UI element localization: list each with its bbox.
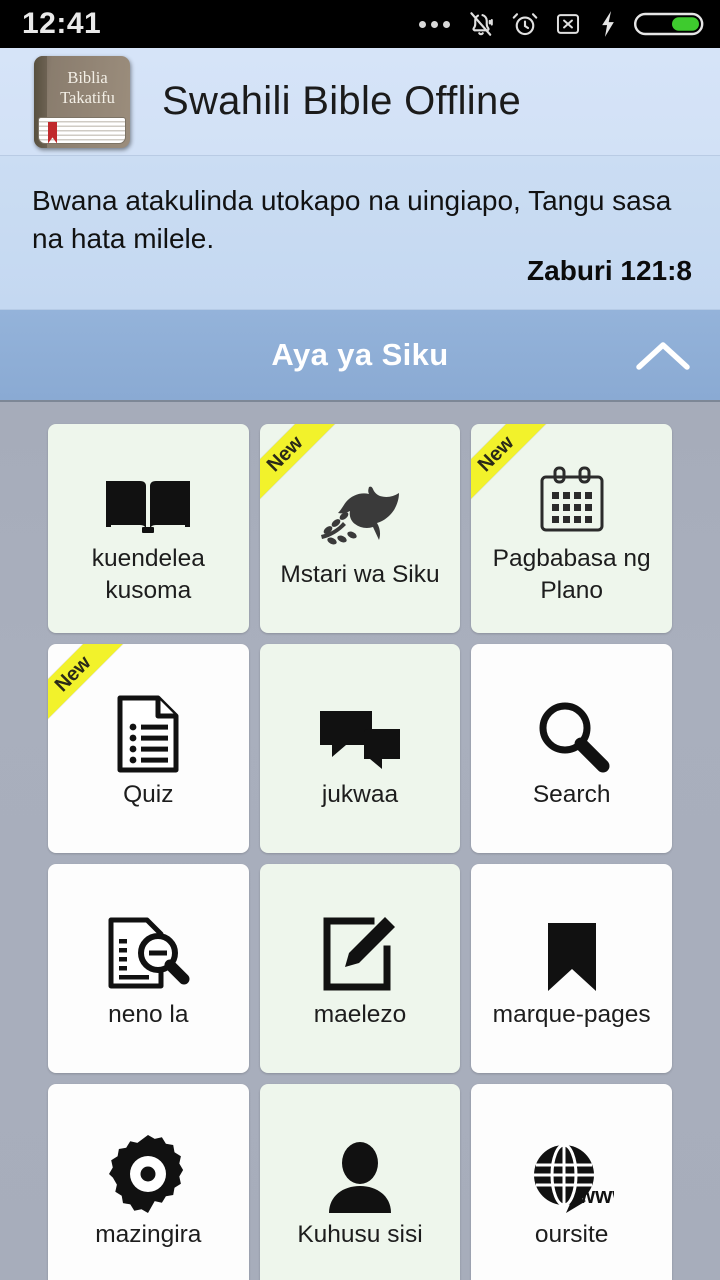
no-sim-icon	[554, 10, 582, 38]
tile-label: Kuhusu sisi	[297, 1220, 423, 1248]
tile-maelezo[interactable]: maelezo	[259, 864, 461, 1073]
battery-icon	[634, 9, 704, 39]
verse-reference: Zaburi 121:8	[527, 255, 692, 286]
tile-neno-la[interactable]: neno la	[48, 864, 249, 1073]
app-icon-line2: Takatifu	[60, 87, 115, 107]
tile-mazingira[interactable]: mazingira	[48, 1084, 249, 1280]
app-icon-line1: Biblia	[67, 67, 108, 87]
alarm-icon	[510, 9, 540, 39]
tile-label: oursite	[534, 1220, 609, 1248]
tile-oursite[interactable]: www oursite	[471, 1084, 672, 1280]
dove-olive-branch-icon	[314, 467, 406, 553]
bookmark-icon	[546, 907, 598, 993]
menu-grid: kuendelea kusoma New Mstari wa Siku New Pa…	[48, 424, 672, 1280]
gear-icon	[109, 1127, 187, 1213]
verse-of-the-day-card[interactable]: Bwana atakulinda utokapo na uingiapo, Ta…	[0, 156, 720, 309]
section-title: Aya ya Siku	[271, 337, 449, 372]
app-title: Swahili Bible Offline	[162, 79, 522, 123]
tile-label: Pagbabasa ng Plano	[492, 544, 651, 604]
edit-note-icon	[321, 907, 399, 993]
open-book-icon	[106, 451, 191, 537]
tile-label: Mstari wa Siku	[280, 560, 440, 588]
tile-pagbabasa-ng-plano[interactable]: New Pagbabasa ng Plano	[471, 424, 672, 633]
tile-label: neno la	[108, 1000, 189, 1028]
status-time: 12:41	[22, 7, 102, 40]
tile-mstari-wa-siku[interactable]: New Mstari wa Siku	[259, 424, 461, 633]
svg-text:www: www	[577, 1183, 614, 1208]
tile-label: marque-pages	[492, 1000, 651, 1028]
new-badge-ribbon: New	[48, 644, 127, 728]
globe-www-icon: www	[530, 1127, 614, 1213]
tile-label: Quiz	[123, 780, 174, 808]
tile-quiz[interactable]: New Quiz	[48, 644, 249, 853]
document-search-icon	[106, 907, 190, 993]
tile-label: Search	[532, 780, 611, 808]
tile-label: mazingira	[95, 1220, 202, 1248]
tile-label: jukwaa	[321, 780, 399, 808]
status-bar: 12:41	[0, 0, 720, 48]
chat-bubbles-icon	[318, 687, 402, 773]
menu-grid-container: kuendelea kusoma New Mstari wa Siku New Pa…	[0, 402, 720, 1280]
charging-icon	[596, 10, 620, 38]
tile-jukwaa[interactable]: jukwaa	[259, 644, 461, 853]
calendar-icon	[535, 451, 609, 537]
tile-marque-pages[interactable]: marque-pages	[471, 864, 672, 1073]
tile-kuendelea-kusoma[interactable]: kuendelea kusoma	[48, 424, 249, 633]
app-icon-biblia-takatifu: Biblia Takatifu	[34, 55, 130, 148]
tile-label: maelezo	[313, 1000, 407, 1028]
chevron-up-icon[interactable]	[630, 329, 696, 381]
status-icons	[419, 9, 704, 39]
tile-search[interactable]: Search	[471, 644, 672, 853]
app-header: Biblia Takatifu Swahili Bible Offline	[0, 48, 720, 156]
tile-label: kuendelea kusoma	[91, 544, 205, 604]
silent-mode-icon	[466, 9, 496, 39]
person-silhouette-icon	[327, 1127, 393, 1213]
section-header-aya-ya-siku[interactable]: Aya ya Siku	[0, 309, 720, 402]
magnifier-icon	[534, 687, 610, 773]
app-screen: 12:41 Biblia Takatifu Swahili Bible Offl…	[0, 0, 720, 1280]
document-list-icon	[116, 687, 180, 773]
verse-text: Bwana atakulinda utokapo na uingiapo, Ta…	[32, 185, 672, 254]
tile-kuhusu-sisi[interactable]: Kuhusu sisi	[259, 1084, 461, 1280]
more-options-icon	[419, 20, 450, 28]
